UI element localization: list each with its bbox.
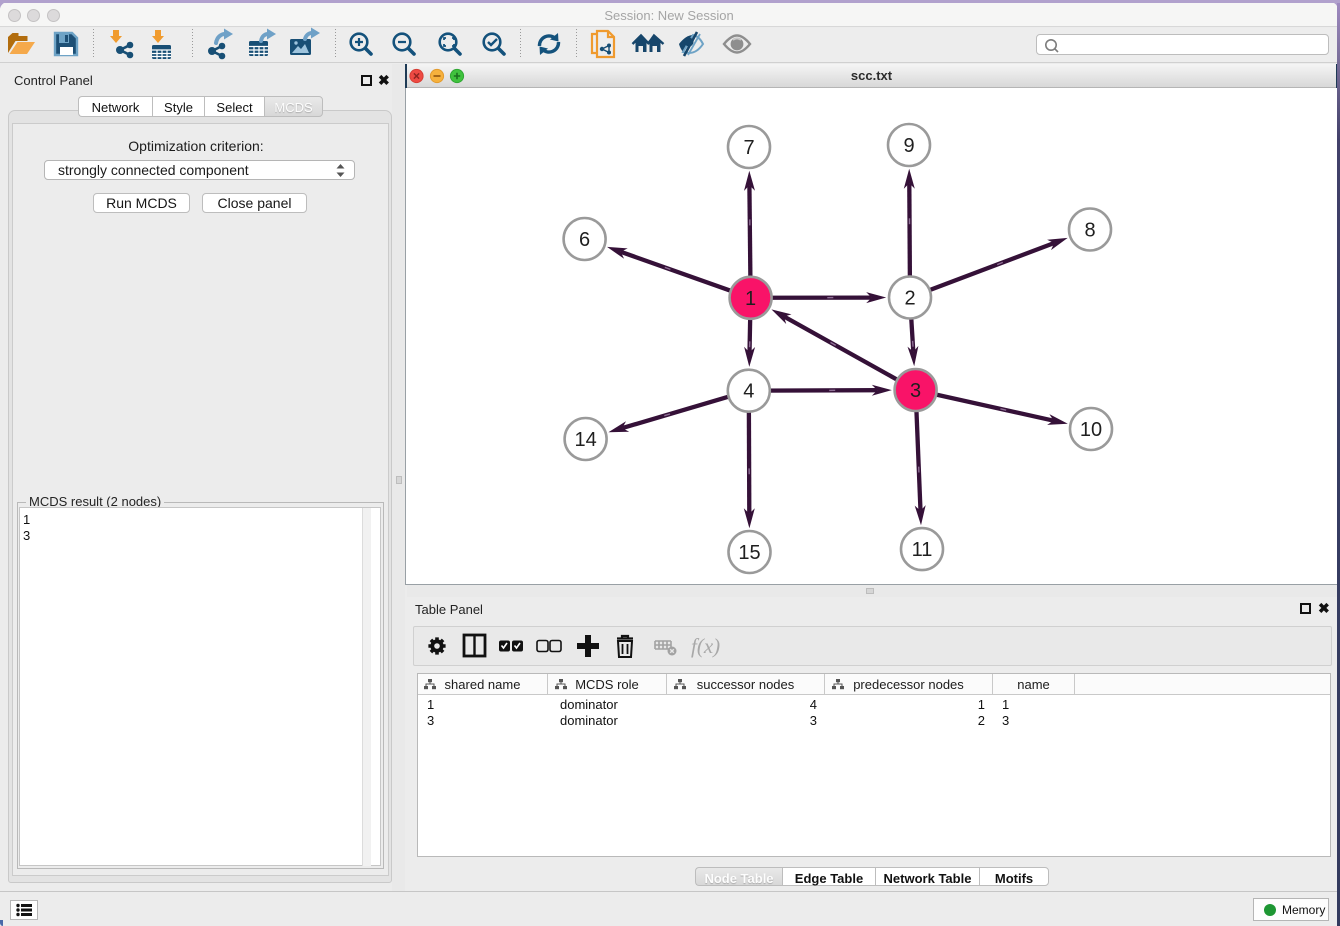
svg-text:f(x): f(x) [691,634,720,658]
svg-text:11: 11 [912,539,933,561]
svg-text:9: 9 [903,135,914,157]
svg-text:3: 3 [910,380,921,402]
svg-text:14: 14 [574,429,596,451]
svg-text:6: 6 [579,229,590,251]
svg-text:15: 15 [738,542,760,564]
svg-text:1: 1 [745,287,756,309]
svg-text:8: 8 [1084,219,1095,241]
svg-text:4: 4 [743,380,754,402]
svg-text:10: 10 [1080,419,1102,441]
svg-text:2: 2 [904,287,915,309]
svg-text:7: 7 [743,137,754,159]
